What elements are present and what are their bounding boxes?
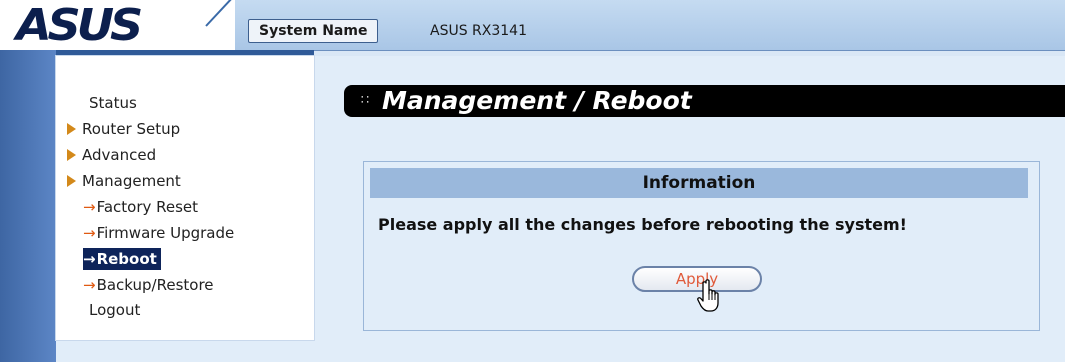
sidebar-item-management[interactable]: Management — [67, 170, 181, 192]
triangle-right-icon — [67, 174, 76, 187]
sidebar-item-logout[interactable]: Logout — [89, 299, 140, 321]
sidebar-item-backup-restore[interactable]: →Backup/Restore — [83, 274, 214, 296]
hand-cursor-icon — [697, 279, 719, 312]
sidebar-item-reboot[interactable]: →Reboot — [83, 248, 161, 270]
sidebar-item-factory-reset[interactable]: →Factory Reset — [83, 196, 198, 218]
system-name-value: ASUS RX3141 — [430, 23, 527, 39]
sidebar-item-label: Management — [82, 172, 181, 190]
sidebar-item-label: Logout — [89, 301, 141, 319]
sidebar-item-label: Status — [89, 94, 137, 112]
sidebar-item-firmware-upgrade[interactable]: →Firmware Upgrade — [83, 222, 234, 244]
sidebar-item-label: Backup/Restore — [96, 276, 214, 294]
sidebar-item-advanced[interactable]: Advanced — [67, 144, 156, 166]
arrow-right-icon: → — [83, 224, 96, 242]
sidebar-item-label: Firmware Upgrade — [96, 224, 235, 242]
triangle-right-icon — [67, 148, 76, 161]
arrow-right-icon: → — [83, 250, 96, 268]
sidebar-item-label: Factory Reset — [96, 198, 199, 216]
sidebar-item-label: Advanced — [82, 146, 157, 164]
arrow-right-icon: → — [83, 276, 96, 294]
asus-logo: ASUS — [16, 0, 143, 51]
bullet-icon: ∷ — [360, 93, 370, 108]
left-rail — [0, 50, 56, 362]
sidebar-item-router-setup[interactable]: Router Setup — [67, 118, 180, 140]
sidebar-item-label: Reboot — [96, 250, 157, 268]
information-header: Information — [370, 168, 1028, 198]
sidebar-item-label: Router Setup — [82, 120, 181, 138]
system-name-label: System Name — [248, 19, 379, 43]
sidebar-menu: Status Router Setup Advanced Management … — [56, 56, 314, 340]
arrow-right-icon: → — [83, 198, 96, 216]
page-title: Management / Reboot — [382, 86, 692, 115]
sidebar-item-status[interactable]: Status — [89, 92, 137, 114]
triangle-right-icon — [67, 122, 76, 135]
logo-slant — [190, 0, 235, 50]
reboot-message: Please apply all the changes before rebo… — [378, 215, 907, 234]
